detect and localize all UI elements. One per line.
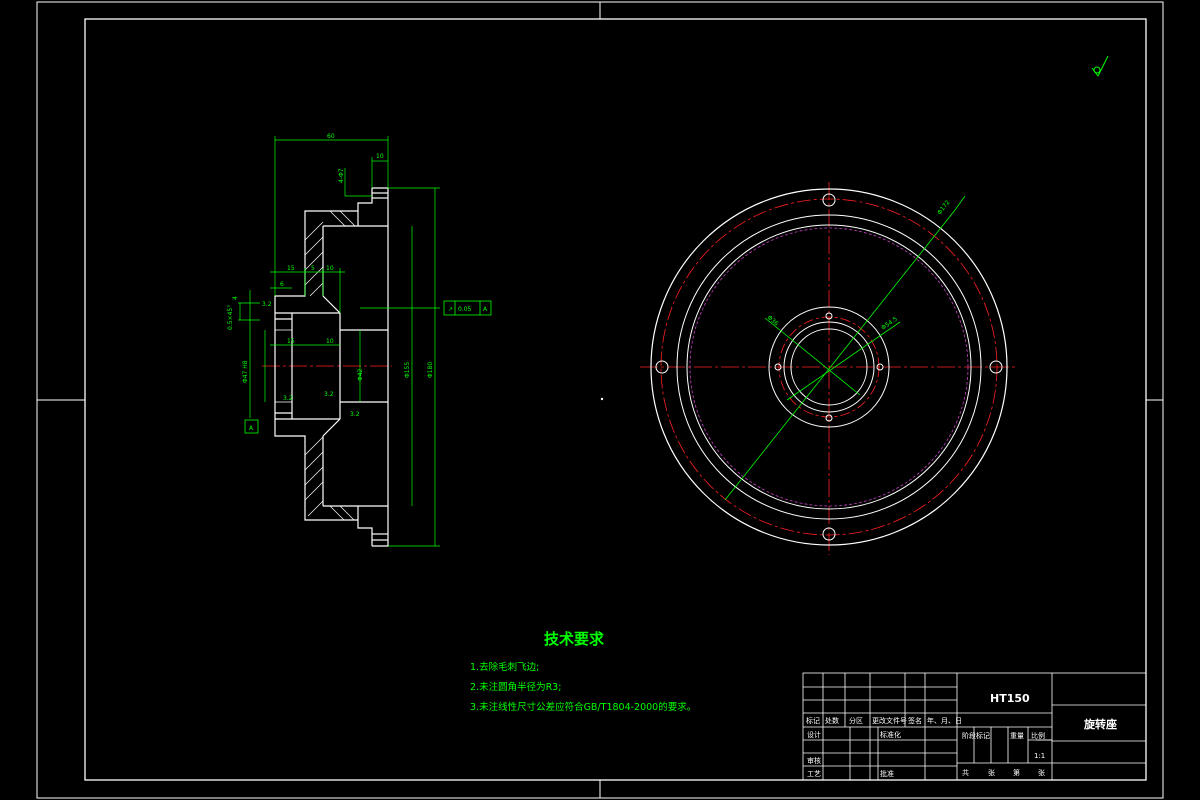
material-label: HT150 bbox=[990, 692, 1030, 705]
datum-label: A bbox=[249, 425, 254, 432]
dim-inner-15: 15 bbox=[287, 338, 295, 345]
hdr-change-doc: 更改文件号 bbox=[872, 716, 907, 725]
roughness-b: 3.2 bbox=[283, 395, 293, 402]
section-hatching bbox=[275, 210, 356, 521]
hdr-sign: 签名 bbox=[908, 716, 922, 725]
section-outline bbox=[274, 187, 389, 547]
scale-value: 1:1 bbox=[1034, 752, 1045, 760]
dim-flange-width: 10 bbox=[376, 153, 384, 160]
datum-a: A bbox=[244, 419, 259, 434]
dim-diam-155: Φ155 bbox=[404, 362, 411, 378]
tolerance-datum: A bbox=[483, 306, 488, 313]
hdr-mark: 标记 bbox=[806, 716, 820, 725]
tech-title: 技术要求 bbox=[544, 630, 605, 648]
roughness-d: 3.2 bbox=[350, 411, 360, 418]
sheet-unit-2: 张 bbox=[1038, 768, 1045, 777]
title-block: HT150 旋转座 1:1 标记 处数 分区 更改文件号 签名 年、月、日 设计… bbox=[802, 672, 1147, 781]
front-dim-lines bbox=[724, 195, 966, 501]
section-dim-lines bbox=[238, 136, 440, 547]
row-review: 审核 bbox=[807, 756, 821, 765]
hdr-zone: 分区 bbox=[849, 716, 863, 725]
dim-hub-6: 6 bbox=[280, 281, 284, 288]
roughness-symbol-general bbox=[1091, 55, 1109, 77]
cad-drawing: ↗ 0.05 A A 60 10 4-Φ7 15 5 10 6 15 10 Φ1… bbox=[36, 1, 1164, 799]
section-view: ↗ 0.05 A A 60 10 4-Φ7 15 5 10 6 15 10 Φ1… bbox=[227, 133, 492, 547]
hdr-date: 年、月、日 bbox=[927, 716, 962, 725]
tech-item-2: 2.未注圆角半径为R3; bbox=[470, 681, 561, 693]
row-design: 设计 bbox=[807, 730, 821, 739]
hdr-count: 处数 bbox=[825, 716, 839, 725]
sheet-total: 共 bbox=[962, 768, 969, 777]
row-approve: 批准 bbox=[880, 769, 894, 778]
dim-hub-5: 5 bbox=[311, 265, 315, 272]
scale-label: 比例 bbox=[1031, 731, 1045, 740]
roughness-c: 3.2 bbox=[324, 391, 334, 398]
tolerance-value: 0.05 bbox=[458, 306, 472, 313]
tech-item-1: 1.去除毛刺飞边; bbox=[470, 661, 539, 673]
front-view: Φ172 Φ54.5 Φ36 bbox=[640, 182, 1015, 555]
dim-hub-10: 10 bbox=[326, 265, 334, 272]
stray-point bbox=[600, 397, 604, 401]
roughness-a: 3.2 bbox=[262, 301, 272, 308]
part-name: 旋转座 bbox=[1083, 717, 1117, 731]
stage-mark: 阶段标记 bbox=[962, 731, 990, 740]
dim-bore-left: Φ47 H8 bbox=[242, 360, 249, 383]
dim-chamfer: 0.5×45° bbox=[227, 305, 234, 330]
tolerance-symbol: ↗ bbox=[448, 306, 453, 313]
dim-bore: Φ36 bbox=[766, 314, 780, 327]
sheet-no: 第 bbox=[1013, 768, 1020, 777]
dim-pcd-large: Φ172 bbox=[936, 199, 952, 216]
weight-label: 重量 bbox=[1010, 732, 1024, 740]
sheet-unit-1: 张 bbox=[988, 768, 995, 777]
dim-bore-right: Φ42 bbox=[357, 368, 364, 381]
tech-item-3: 3.未注线性尺寸公差应符合GB/T1804-2000的要求。 bbox=[470, 701, 696, 713]
row-process: 工艺 bbox=[807, 770, 821, 778]
geometric-tolerance-frame: ↗ 0.05 A bbox=[443, 300, 492, 316]
row-standardize: 标准化 bbox=[880, 730, 901, 739]
dim-hub-15: 15 bbox=[287, 265, 295, 272]
dim-overall-width: 60 bbox=[327, 133, 335, 140]
inner-frame bbox=[84, 18, 1147, 781]
dim-hole-pattern: 4-Φ7 bbox=[338, 168, 345, 183]
dim-small-4: 4 bbox=[232, 296, 239, 300]
dim-inner-10: 10 bbox=[326, 338, 334, 345]
dim-diam-180: Φ180 bbox=[427, 362, 434, 378]
technical-requirements: 技术要求 1.去除毛刺飞边; 2.未注圆角半径为R3; 3.未注线性尺寸公差应符… bbox=[470, 630, 696, 713]
